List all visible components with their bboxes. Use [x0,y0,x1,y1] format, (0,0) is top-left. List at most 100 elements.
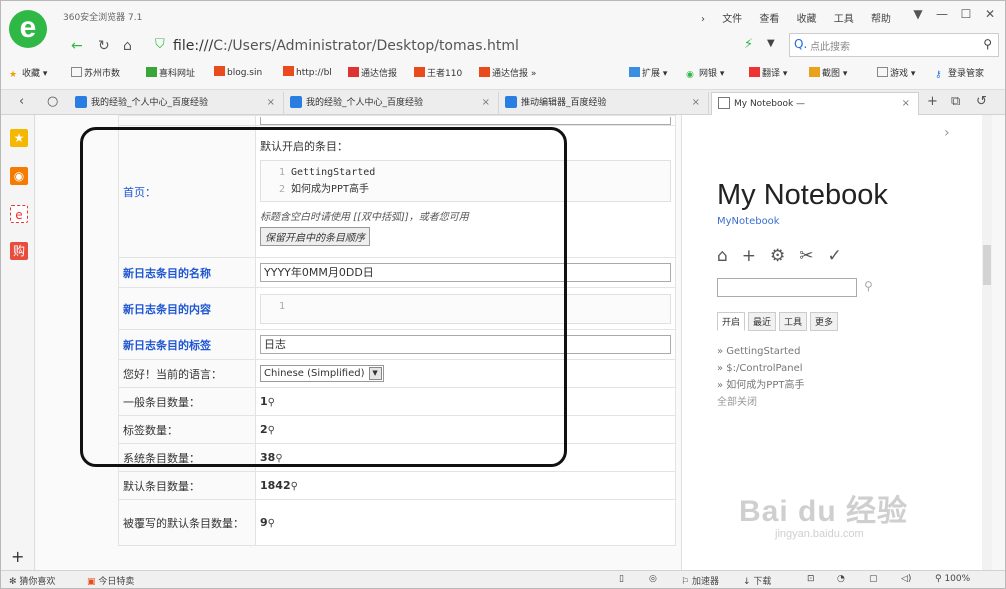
search-engine-icon[interactable]: Q. [794,37,807,51]
check-circle-icon[interactable]: ✓ [828,246,842,266]
search-icon[interactable]: ⚲ [268,397,275,408]
phone-icon[interactable]: ▯ [619,574,624,584]
bookmark-1[interactable]: 苏州市数 [71,66,120,79]
close-all-link[interactable]: 全部关闭 [717,394,804,411]
tab-list-icon[interactable]: ○ [47,94,58,109]
menu-tools[interactable]: 工具 [834,14,854,25]
search-icon[interactable]: ⚲ [864,279,873,293]
download-button[interactable]: ↓ 下载 [743,574,771,587]
tab-bar: ‹ ○ 我的经验_个人中心_百度经验 × 我的经验_个人中心_百度经验 × 推动编辑… [1,89,1005,116]
bookmark-4[interactable]: http://bl [283,66,332,78]
bookmark-5[interactable]: 通达信报 [348,66,397,79]
language-select[interactable]: Chinese (Simplified) ▼ [260,365,384,382]
tab-scroll-left-icon[interactable]: ‹ [19,94,24,109]
notes-status-icon[interactable]: ⊡ [807,574,815,584]
new-entry-icon[interactable]: + [742,246,756,266]
daily-deals-link[interactable]: ▣ 今日特卖 [87,574,134,587]
undo-close-icon[interactable]: ↺ [976,94,987,109]
chevron-down-icon[interactable]: ▼ [767,38,775,49]
window-icon[interactable]: ▢ [869,574,878,584]
back-icon[interactable]: ← [71,38,83,54]
translate-button[interactable]: 翻译 ▾ [749,66,787,79]
title-bar: e 360安全浏览器 7.1 › 文件 查看 收藏 工具 帮助 ▼ — ☐ ✕ [1,1,1005,48]
bookmarks-bar: ★ 收藏 ▾ 苏州市数 喜科网址 blog.sin http://bl 通达信报 … [1,61,1005,85]
bank-button[interactable]: ◉ 网银 ▾ [686,66,724,80]
list-item[interactable]: » GettingStarted [717,343,804,360]
sound-icon[interactable]: ◁) [901,574,911,584]
tab-tools[interactable]: 工具 [779,312,808,331]
favorites-star-icon[interactable]: ★ [10,129,28,147]
notebook-title: My Notebook [717,179,888,211]
skin-dropdown-icon[interactable]: ▼ [907,5,929,23]
search-icon[interactable]: ⚲ [268,425,275,436]
keep-order-button[interactable]: 保留开启中的条目顺序 [260,226,370,246]
weibo-icon[interactable]: ◉ [10,167,28,185]
journal-tags-input[interactable]: 日志 [260,335,671,354]
tab-baidu-experience-2[interactable]: 我的经验_个人中心_百度经验 × [284,92,499,116]
gear-icon[interactable]: ⚙ [770,246,785,266]
search-input[interactable]: Q. 点此搜索 ⚲ [789,33,999,57]
zoom-level[interactable]: ⚲ 100% [935,574,970,584]
tab-recent[interactable]: 最近 [748,312,777,331]
close-icon[interactable]: ✕ [979,5,1001,23]
tab-my-notebook[interactable]: My Notebook — × [711,92,919,116]
menu-favorites[interactable]: 收藏 [797,14,817,25]
cut-off-field[interactable] [260,116,671,125]
accelerator-button[interactable]: ⚐ 加速器 [681,574,719,587]
search-icon[interactable]: ⚲ [268,518,275,529]
mute-icon[interactable]: ◎ [649,574,657,584]
tab-baidu-experience-1[interactable]: 我的经验_个人中心_百度经验 × [69,92,284,116]
table-row: 默认条目数量： 1842⚲ [118,471,676,500]
close-tab-icon[interactable]: × [482,92,490,114]
address-input[interactable]: file:///C:/Users/Administrator/Desktop/t… [173,35,753,57]
history-icon[interactable]: ◔ [837,574,845,584]
scrollbar[interactable] [982,115,992,570]
notebook-search-input[interactable] [717,278,857,297]
tab-more[interactable]: 更多 [810,312,839,331]
bookmark-6[interactable]: 王者110 [414,66,462,79]
scrollbar-thumb[interactable] [983,245,991,285]
refresh-icon[interactable]: ↻ [98,38,110,54]
new-tab-icon[interactable]: + [927,94,938,109]
close-tab-icon[interactable]: × [902,93,910,115]
add-sidebar-icon[interactable]: + [11,547,24,566]
home-icon[interactable]: ⌂ [123,38,132,54]
minimize-icon[interactable]: — [931,5,953,23]
extensions-button[interactable]: 扩展 ▾ [629,66,667,79]
lightning-icon[interactable]: ⚡ [744,37,753,52]
search-icon[interactable]: ⚲ [275,453,282,464]
tab-editor[interactable]: 推动编辑器_百度经验 × [499,92,709,116]
menu-file[interactable]: 文件 [722,14,742,25]
baidu-watermark: Bai du 经验 jingyan.baidu.com [739,486,908,540]
tools-icon[interactable]: ✂ [799,246,813,266]
login-manager-button[interactable]: ⚷ 登录管家 [935,66,984,80]
guess-you-like-link[interactable]: ✻ 猜你喜欢 [9,574,55,587]
restore-tabs-icon[interactable]: ⧉ [951,94,960,109]
bookmark-3[interactable]: blog.sin [214,66,262,78]
search-icon[interactable]: ⚲ [291,481,298,492]
games-button[interactable]: 游戏 ▾ [877,66,915,79]
home-items-editor[interactable]: 1 GettingStarted 2 如何成为PPT高手 [260,159,671,202]
menu-view[interactable]: 查看 [759,14,779,25]
search-icon[interactable]: ⚲ [983,37,992,51]
menu-help[interactable]: 帮助 [871,14,891,25]
list-item[interactable]: » $:/ControlPanel [717,360,804,377]
list-item[interactable]: » 如何成为PPT高手 [717,377,804,394]
bookmark-7[interactable]: 通达信报 » [479,66,536,79]
bookmark-2[interactable]: 喜科网址 [146,66,195,79]
dropdown-arrow-icon[interactable]: ▼ [368,367,382,380]
home-icon[interactable]: ⌂ [717,246,728,266]
screenshot-button[interactable]: 截图 ▾ [809,66,847,79]
maximize-icon[interactable]: ☐ [955,5,977,23]
notes-icon[interactable]: e [10,205,28,223]
close-tab-icon[interactable]: × [692,92,700,114]
shield-icon: ◉ [686,70,694,80]
collapse-arrow-icon[interactable]: › [944,125,950,141]
tab-open[interactable]: 开启 [717,312,746,331]
journal-name-input[interactable]: YYYY年0MM月0DD日 [260,263,671,282]
status-bar: ✻ 猜你喜欢 ▣ 今日特卖 ▯ ◎ ⚐ 加速器 ↓ 下载 ⊡ ◔ ▢ ◁) ⚲ … [1,570,1005,588]
shopping-icon[interactable]: 购 [10,242,28,260]
bookmark-favorites[interactable]: ★ 收藏 ▾ [9,66,47,80]
close-tab-icon[interactable]: × [267,92,275,114]
journal-content-editor[interactable]: 1 [260,293,671,324]
